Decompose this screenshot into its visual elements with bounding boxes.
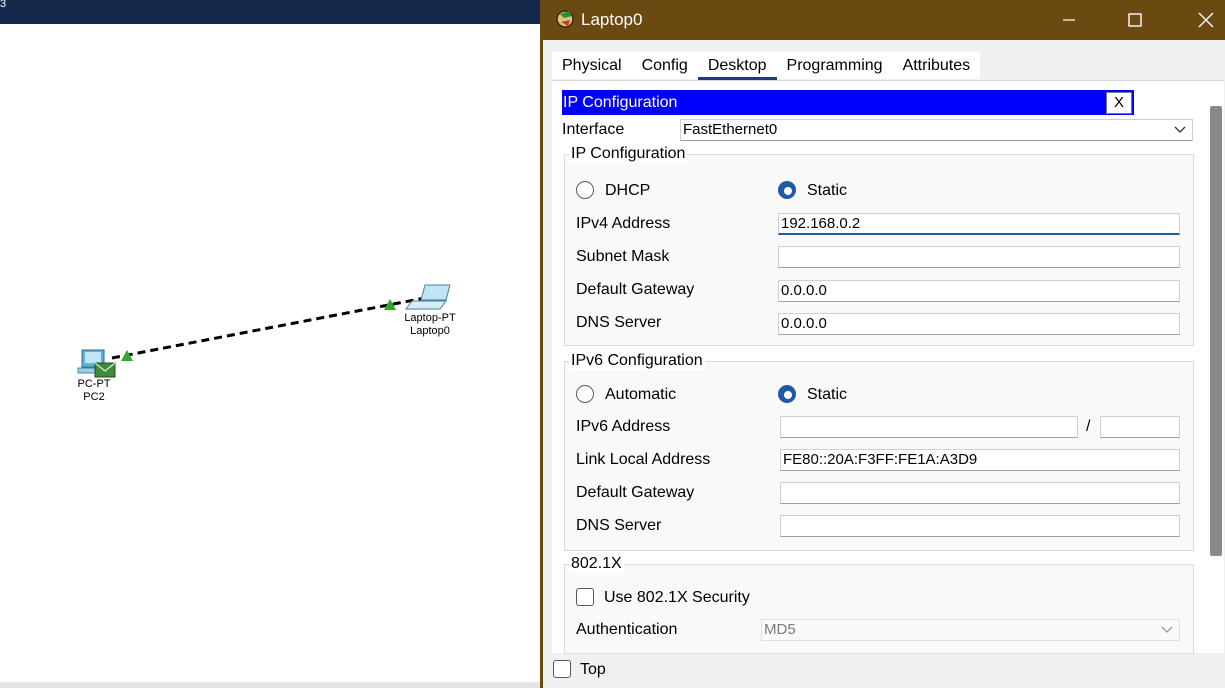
ipv6-gateway-label: Default Gateway [576, 484, 695, 501]
ipv6-dns-label: DNS Server [576, 517, 662, 534]
ipv6-static-label: Static [807, 386, 848, 403]
device-type: Laptop-PT [404, 312, 456, 324]
close-window-button[interactable] [1183, 0, 1225, 40]
panel-scrollbar[interactable] [1210, 106, 1222, 556]
ipv6-group-title: IPv6 Configuration [569, 352, 705, 370]
interface-label: Interface [562, 121, 625, 138]
dhcp-radio[interactable] [576, 181, 594, 199]
ipv6-automatic-radio[interactable] [576, 385, 594, 403]
prefix-slash: / [1086, 418, 1091, 435]
dhcp-label: DHCP [605, 182, 651, 199]
ethernet-link[interactable] [111, 296, 426, 360]
topology-canvas [77, 284, 451, 378]
ipv4-dns-label: DNS Server [576, 314, 662, 331]
device-name: PC2 [83, 391, 105, 403]
use-8021x-checkbox[interactable] [576, 588, 594, 606]
ipv4-static-radio[interactable] [778, 181, 796, 199]
minimize-button[interactable] [1046, 0, 1092, 40]
use-8021x-label: Use 802.1X Security [604, 589, 750, 606]
authentication-label: Authentication [576, 621, 678, 638]
window-title: Laptop0 [581, 10, 643, 29]
tab-bar: Physical Config Desktop Programming Attr… [552, 52, 981, 80]
device-label-pc2: PC-PT PC2 [54, 378, 134, 404]
subnet-mask-label: Subnet Mask [576, 248, 670, 265]
ipv6-address-label: IPv6 Address [576, 418, 671, 435]
subnet-mask-input[interactable] [778, 246, 1180, 268]
laptop-icon[interactable] [405, 284, 451, 310]
interface-value: FastEthernet0 [683, 121, 778, 138]
top-checkbox-label: Top [580, 661, 606, 678]
device-name: Laptop0 [410, 325, 450, 337]
ipv4-static-label: Static [807, 182, 848, 199]
tab-attributes[interactable]: Attributes [892, 52, 981, 79]
ipv4-address-label: IPv4 Address [576, 215, 671, 232]
ipv4-address-input[interactable]: 192.168.0.2 [778, 213, 1180, 235]
ipv6-automatic-label: Automatic [605, 386, 677, 403]
ipv4-gateway-label: Default Gateway [576, 281, 695, 298]
ipv4-gateway-input[interactable]: 0.0.0.0 [778, 280, 1180, 302]
ipv4-group-title: IP Configuration [569, 145, 688, 163]
dot1x-group-title: 802.1X [569, 555, 624, 573]
top-checkbox[interactable] [553, 660, 571, 678]
ipv6-gateway-input[interactable] [780, 482, 1180, 504]
packet-tracer-icon [556, 10, 574, 28]
tab-physical[interactable]: Physical [552, 52, 632, 79]
device-label-laptop0: Laptop-PT Laptop0 [390, 312, 470, 338]
link-local-input[interactable]: FE80::20A:F3FF:FE1A:A3D9 [780, 449, 1180, 471]
ip-config-close-button[interactable]: X [1106, 92, 1132, 114]
interface-select[interactable]: FastEthernet0 [680, 119, 1193, 141]
minimize-icon [1063, 19, 1075, 21]
maximize-icon [1128, 13, 1142, 27]
chevron-down-icon [1174, 126, 1186, 133]
ip-configuration-title: IP Configuration [563, 94, 678, 111]
ip-configuration-header: IP Configuration X [562, 90, 1134, 115]
tab-config[interactable]: Config [631, 52, 698, 79]
ipv6-address-input[interactable] [780, 416, 1078, 438]
close-icon [1198, 12, 1214, 28]
maximize-button[interactable] [1112, 0, 1158, 40]
chevron-down-icon [1161, 626, 1173, 633]
ipv4-dns-input[interactable]: 0.0.0.0 [778, 313, 1180, 335]
tab-programming[interactable]: Programming [776, 52, 893, 79]
ipv6-static-radio[interactable] [778, 385, 796, 403]
authentication-select[interactable]: MD5 [761, 619, 1180, 641]
title-bar[interactable]: Laptop0 [543, 0, 1225, 40]
device-type: PC-PT [77, 378, 111, 390]
authentication-value: MD5 [764, 621, 796, 638]
pc-icon[interactable] [77, 349, 116, 378]
tab-desktop[interactable]: Desktop [697, 52, 777, 80]
ipv6-dns-input[interactable] [780, 515, 1180, 537]
ipv6-prefix-input[interactable] [1100, 416, 1180, 438]
link-local-label: Link Local Address [576, 451, 711, 468]
